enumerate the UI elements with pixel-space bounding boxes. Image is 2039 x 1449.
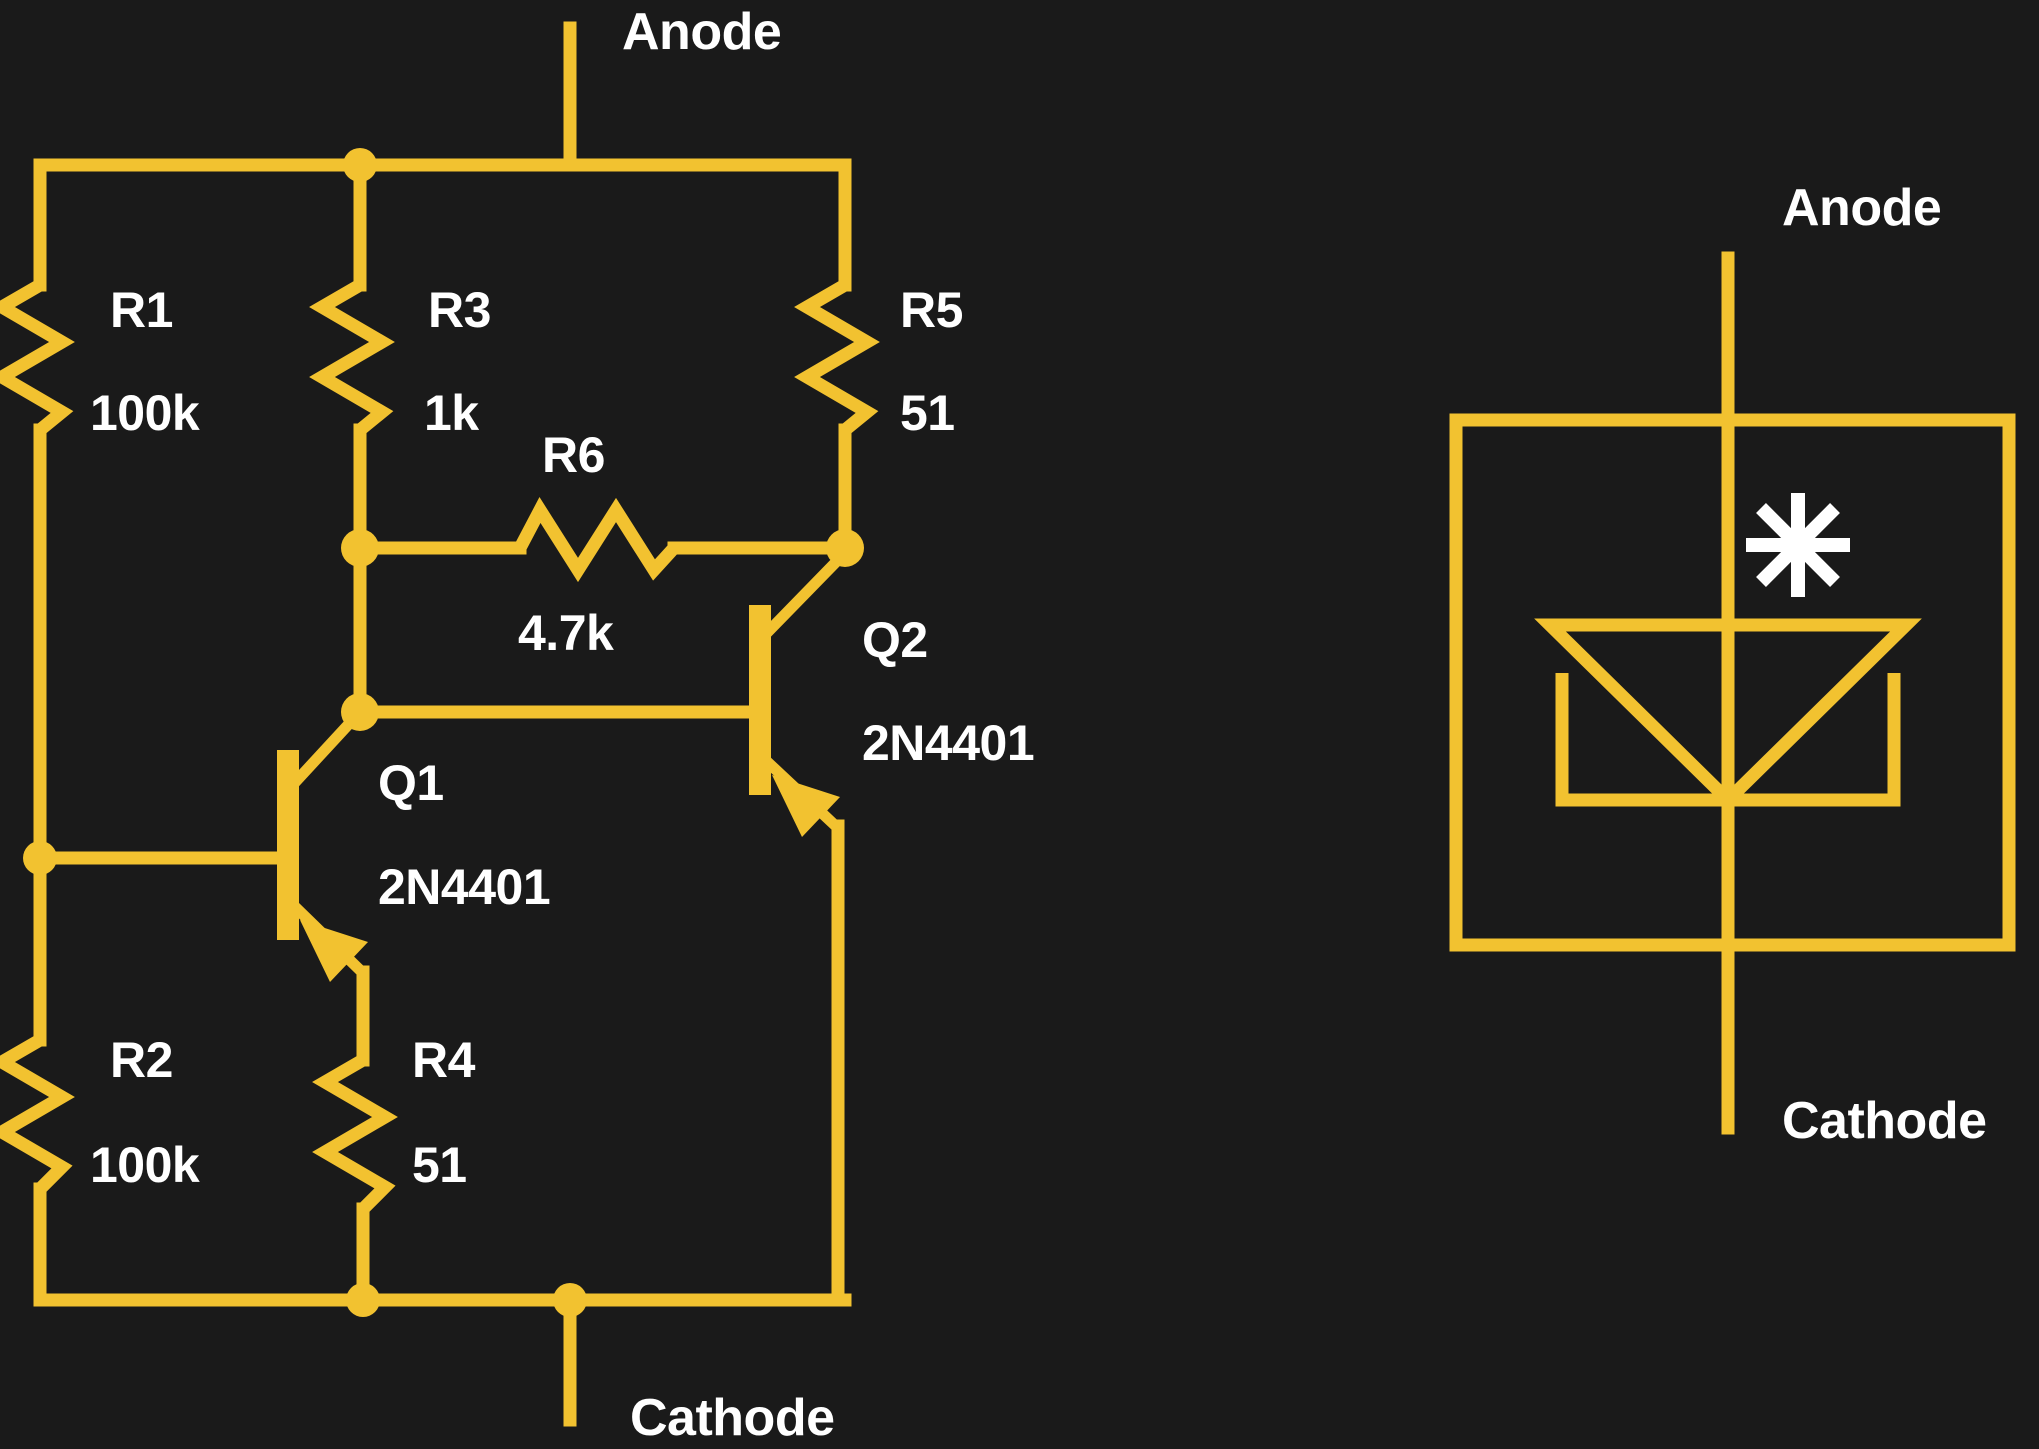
r3-ref-label: R3 [428, 282, 491, 338]
r2-resistor-body [0, 1034, 75, 1194]
equivalent-circuit-group [0, 21, 880, 1427]
q2-collector-lead [756, 556, 842, 644]
r2-value-label: 100k [90, 1137, 200, 1193]
r6-ref-label: R6 [542, 427, 605, 483]
r2-ref-label: R2 [110, 1032, 173, 1088]
r1-value-label: 100k [90, 385, 200, 441]
scr-cathode-terminal-label: Cathode [1782, 1092, 1987, 1150]
r4-value-label: 51 [412, 1137, 467, 1193]
r3-value-label: 1k [424, 385, 479, 441]
r4-ref-label: R4 [412, 1032, 475, 1088]
scr-symbol-group [1449, 251, 2016, 1135]
r1-resistor-body [0, 279, 75, 436]
r3-resistor-body [309, 279, 395, 436]
spark-asterisk-icon [1746, 493, 1850, 597]
cathode-terminal-label: Cathode [630, 1389, 835, 1447]
node-bottom-r4 [346, 1283, 380, 1317]
q1-ref-label: Q1 [378, 755, 444, 811]
r1-ref-label: R1 [110, 282, 173, 338]
r6-value-label: 4.7k [518, 605, 614, 661]
q1-part-number-label: 2N4401 [378, 859, 551, 915]
diagram-canvas: Anode Cathode R1 100k R2 100k R3 1k R4 5… [0, 0, 2039, 1449]
r6-resistor-body [514, 497, 679, 583]
r4-resistor-body [312, 1054, 398, 1214]
q2-part-number-label: 2N4401 [862, 715, 1035, 771]
anode-terminal-label: Anode [622, 3, 782, 61]
r5-ref-label: R5 [900, 282, 963, 338]
q2-ref-label: Q2 [862, 612, 928, 668]
r5-value-label: 51 [900, 385, 955, 441]
scr-anode-terminal-label: Anode [1782, 179, 1942, 237]
r5-resistor-body [794, 279, 880, 436]
